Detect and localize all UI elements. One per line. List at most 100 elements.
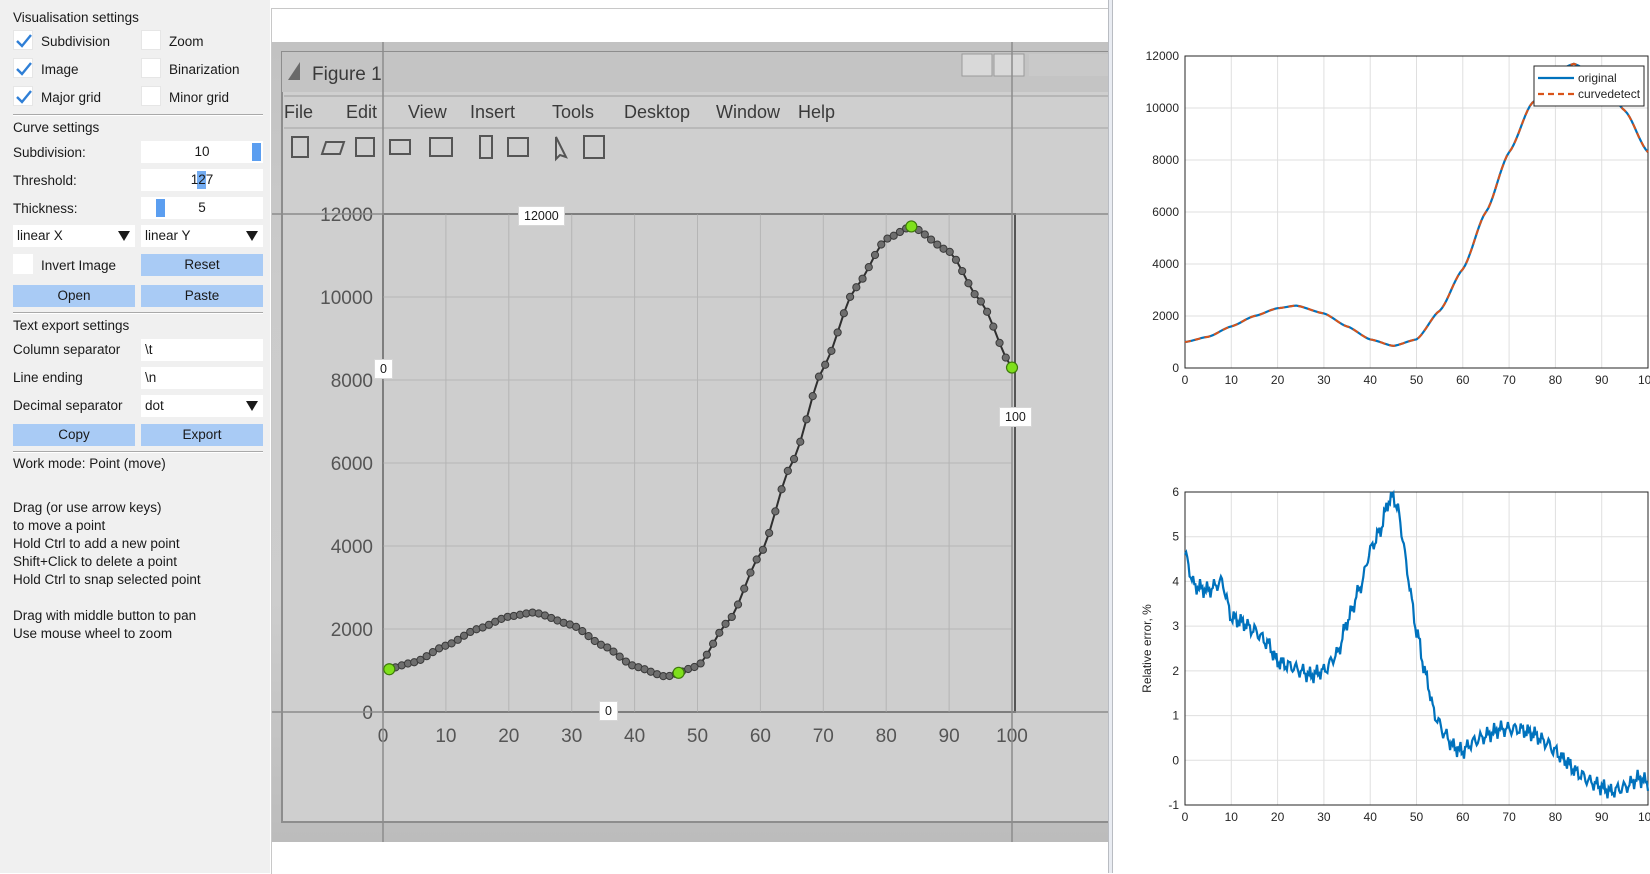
slider-thumb[interactable] bbox=[252, 143, 261, 161]
curve-subdivision-point bbox=[827, 346, 836, 355]
curve-subdivision-point bbox=[758, 545, 768, 554]
curve-subdivision-point bbox=[615, 652, 624, 661]
thickness-slider[interactable]: 5 bbox=[141, 197, 263, 219]
reset-button[interactable]: Reset bbox=[141, 254, 263, 276]
photo-y-tick-label: 10000 bbox=[320, 288, 373, 309]
subdivision-value: 10 bbox=[194, 144, 210, 159]
y-scale-dropdown[interactable]: linear Y bbox=[141, 225, 263, 247]
curve-subdivision-point bbox=[958, 266, 967, 276]
x-scale-dropdown[interactable]: linear X bbox=[13, 225, 135, 247]
x-tick-label: 0 bbox=[1182, 810, 1189, 824]
curve-subdivision-point bbox=[733, 600, 743, 609]
x-tick-label: 20 bbox=[1271, 810, 1285, 824]
dropdown-arrow-icon[interactable] bbox=[113, 225, 135, 247]
visualisation-settings-title: Visualisation settings bbox=[13, 10, 139, 25]
curve-control-point[interactable] bbox=[905, 220, 918, 233]
curve-control-point[interactable] bbox=[383, 663, 396, 676]
column-separator-input[interactable]: \t bbox=[141, 339, 263, 361]
curve-subdivision-point bbox=[870, 250, 880, 260]
x-tick-label: 40 bbox=[1364, 810, 1378, 824]
curve-subdivision-point bbox=[920, 230, 929, 239]
loaded-image[interactable]: Figure 1 File Edit View Insert Tools Desktop W… bbox=[272, 42, 1108, 842]
curve-subdivision-point bbox=[821, 360, 830, 369]
figure-menubar: File Edit View Insert Tools Desktop Window Help bbox=[284, 102, 835, 122]
photo-x-tick-label: 60 bbox=[750, 726, 771, 747]
maximize-icon bbox=[993, 53, 1025, 77]
relative-error-chart: 0102030405060708090100-10123456Relative … bbox=[1140, 485, 1650, 824]
photo-x-tick-label: 10 bbox=[435, 726, 456, 747]
y-tick-label: 2000 bbox=[1152, 309, 1179, 323]
curve-subdivision-point bbox=[740, 584, 749, 593]
x-tick-label: 10 bbox=[1225, 373, 1239, 387]
curve-subdivision-point bbox=[864, 263, 873, 272]
paste-button[interactable]: Paste bbox=[141, 285, 263, 307]
binarization-checkbox-label: Binarization bbox=[169, 62, 240, 77]
curve-subdivision-point bbox=[995, 338, 1004, 348]
y-tick-label: -1 bbox=[1168, 798, 1179, 812]
x-tick-label: 100 bbox=[1638, 810, 1650, 824]
curve-subdivision-point bbox=[951, 255, 961, 264]
subdivision-checkbox[interactable] bbox=[13, 30, 33, 50]
line-ending-label: Line ending bbox=[13, 370, 83, 385]
y-max-calibration-label[interactable]: 12000 bbox=[518, 206, 565, 226]
y-tick-label: 0 bbox=[1172, 753, 1179, 767]
open-button[interactable]: Open bbox=[13, 285, 135, 307]
x-tick-label: 90 bbox=[1595, 373, 1609, 387]
photo-y-tick-label: 8000 bbox=[331, 371, 373, 392]
x-scale-value: linear X bbox=[17, 228, 63, 243]
threshold-slider[interactable]: 127 bbox=[141, 169, 263, 191]
figure-menu-item: File bbox=[284, 102, 313, 122]
photo-x-tick-label: 90 bbox=[939, 726, 960, 747]
x-min-calibration-label[interactable]: 0 bbox=[374, 359, 393, 379]
photo-x-tick-label: 70 bbox=[813, 726, 834, 747]
decimal-separator-label: Decimal separator bbox=[13, 398, 123, 413]
photo-x-tick-label: 30 bbox=[561, 726, 582, 747]
curve-control-point[interactable] bbox=[1005, 361, 1019, 374]
curve-subdivision-point bbox=[584, 632, 593, 641]
y-min-calibration-label[interactable]: 0 bbox=[599, 701, 618, 721]
figure-window-title: Figure 1 bbox=[312, 64, 382, 85]
binarization-checkbox[interactable] bbox=[141, 58, 161, 78]
curve-control-point[interactable] bbox=[672, 666, 685, 679]
decimal-separator-value: dot bbox=[145, 398, 164, 413]
invert-image-label: Invert Image bbox=[41, 258, 117, 273]
figure-menu-item: Edit bbox=[346, 102, 377, 122]
minor-grid-checkbox[interactable] bbox=[141, 86, 161, 106]
y-tick-label: 6 bbox=[1172, 485, 1179, 499]
curve-subdivision-point bbox=[802, 415, 811, 424]
copy-button[interactable]: Copy bbox=[13, 424, 135, 446]
y-tick-label: 0 bbox=[1172, 361, 1179, 375]
results-panel: 0102030405060708090100020004000600080001… bbox=[1113, 0, 1650, 873]
x-max-calibration-label[interactable]: 100 bbox=[999, 407, 1032, 427]
curve-subdivision-point bbox=[702, 650, 711, 659]
figure-menu-item: Help bbox=[798, 102, 835, 122]
x-tick-label: 60 bbox=[1456, 373, 1470, 387]
curve-subdivision-point bbox=[789, 454, 799, 464]
curve-subdivision-point bbox=[783, 466, 792, 475]
curve-subdivision-point bbox=[970, 290, 979, 299]
dropdown-arrow-icon[interactable] bbox=[241, 395, 263, 417]
curve-subdivision-point bbox=[989, 322, 998, 331]
invert-image-checkbox[interactable] bbox=[13, 254, 33, 274]
thickness-field-label: Thickness: bbox=[13, 201, 78, 216]
curve-subdivision-point bbox=[765, 528, 774, 538]
subdivision-slider[interactable]: 10 bbox=[141, 141, 263, 163]
curve-subdivision-point bbox=[578, 627, 587, 636]
line-ending-input[interactable]: \n bbox=[141, 367, 263, 389]
decimal-separator-dropdown[interactable]: dot bbox=[141, 395, 263, 417]
photo-y-tick-label: 2000 bbox=[331, 620, 373, 641]
x-tick-label: 50 bbox=[1410, 373, 1424, 387]
export-button[interactable]: Export bbox=[141, 424, 263, 446]
dropdown-arrow-icon[interactable] bbox=[241, 225, 263, 247]
x-tick-label: 60 bbox=[1456, 810, 1470, 824]
curve-subdivision-point bbox=[752, 555, 761, 564]
x-tick-label: 40 bbox=[1364, 373, 1378, 387]
major-grid-checkbox[interactable] bbox=[13, 86, 33, 106]
curve-subdivision-point bbox=[858, 274, 867, 283]
x-tick-label: 70 bbox=[1502, 810, 1516, 824]
x-tick-label: 70 bbox=[1502, 373, 1516, 387]
y-tick-label: 1 bbox=[1172, 709, 1179, 723]
zoom-checkbox[interactable] bbox=[141, 30, 161, 50]
curve-subdivision-point bbox=[982, 307, 992, 316]
image-checkbox[interactable] bbox=[13, 58, 33, 78]
